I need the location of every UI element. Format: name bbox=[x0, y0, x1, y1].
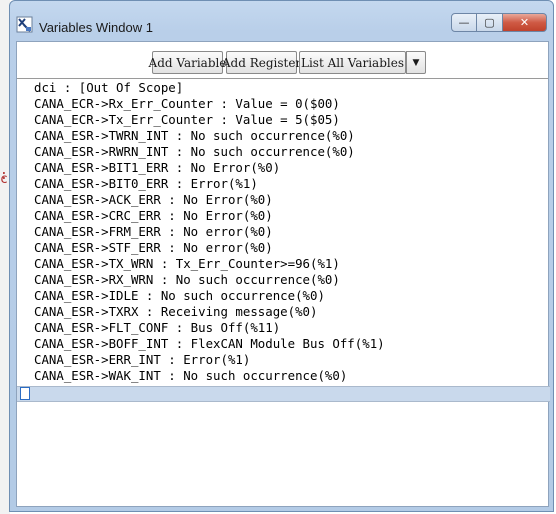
list-item[interactable]: CANA_ESR->FLT_CONF : Bus Off(%11) bbox=[34, 320, 280, 336]
window-controls: — ▢ ✕ bbox=[451, 13, 547, 33]
list-item[interactable]: CANA_ESR->BOFF_INT : FlexCAN Module Bus … bbox=[34, 336, 385, 352]
variables-window: Variables Window 1 — ▢ ✕ Add Variable Ad… bbox=[9, 0, 554, 512]
close-icon: ✕ bbox=[519, 16, 530, 29]
list-item[interactable]: dci : [Out Of Scope] bbox=[34, 80, 183, 96]
new-entry-cursor[interactable] bbox=[20, 387, 30, 400]
list-item[interactable]: CANA_ECR->Tx_Err_Counter : Value = 5($05… bbox=[34, 112, 340, 128]
maximize-icon: ▢ bbox=[484, 16, 495, 29]
add-variable-button[interactable]: Add Variable bbox=[149, 51, 226, 74]
list-dropdown-button[interactable]: ▼ bbox=[406, 51, 426, 74]
list-item[interactable]: CANA_ESR->FRM_ERR : No error(%0) bbox=[34, 224, 273, 240]
list-item[interactable]: CANA_ESR->BIT1_ERR : No Error(%0) bbox=[34, 160, 280, 176]
list-item[interactable]: CANA_ESR->CRC_ERR : No Error(%0) bbox=[34, 208, 273, 224]
list-item[interactable]: CANA_ESR->WAK_INT : No such occurrence(%… bbox=[34, 368, 347, 384]
minimize-button[interactable]: — bbox=[451, 13, 477, 32]
app-icon bbox=[16, 16, 33, 33]
maximize-button[interactable]: ▢ bbox=[477, 13, 503, 32]
toolbar: Add Variable Add Register List All Varia… bbox=[17, 42, 548, 79]
list-item[interactable]: CANA_ESR->RWRN_INT : No such occurrence(… bbox=[34, 144, 355, 160]
minimize-icon: — bbox=[458, 16, 470, 29]
close-button[interactable]: ✕ bbox=[503, 13, 547, 32]
list-item[interactable]: CANA_ESR->ACK_ERR : No Error(%0) bbox=[34, 192, 273, 208]
selected-empty-row[interactable] bbox=[17, 386, 550, 402]
list-empty-area[interactable] bbox=[17, 403, 548, 503]
list-item[interactable]: CANA_ECR->Rx_Err_Counter : Value = 0($00… bbox=[34, 96, 340, 112]
list-item[interactable]: CANA_ESR->RX_WRN : No such occurrence(%0… bbox=[34, 272, 340, 288]
chevron-down-icon: ▼ bbox=[412, 57, 420, 68]
list-item[interactable]: CANA_ESR->TXRX : Receiving message(%0) bbox=[34, 304, 317, 320]
list-all-variables-button[interactable]: List All Variables bbox=[299, 51, 406, 74]
variables-panel: Add Variable Add Register List All Varia… bbox=[16, 41, 550, 507]
list-item[interactable]: CANA_ESR->IDLE : No such occurrence(%0) bbox=[34, 288, 325, 304]
list-item[interactable]: CANA_ESR->ERR_INT : Error(%1) bbox=[34, 352, 250, 368]
add-register-button[interactable]: Add Register bbox=[222, 51, 301, 74]
title-bar[interactable]: Variables Window 1 — ▢ ✕ bbox=[10, 1, 553, 41]
list-item[interactable]: CANA_ESR->TX_WRN : Tx_Err_Counter>=96(%1… bbox=[34, 256, 340, 272]
list-item[interactable]: CANA_ESR->BIT0_ERR : Error(%1) bbox=[34, 176, 258, 192]
list-item[interactable]: CANA_ESR->TWRN_INT : No such occurrence(… bbox=[34, 128, 355, 144]
window-title: Variables Window 1 bbox=[39, 20, 153, 35]
list-item[interactable]: CANA_ESR->STF_ERR : No error(%0) bbox=[34, 240, 273, 256]
